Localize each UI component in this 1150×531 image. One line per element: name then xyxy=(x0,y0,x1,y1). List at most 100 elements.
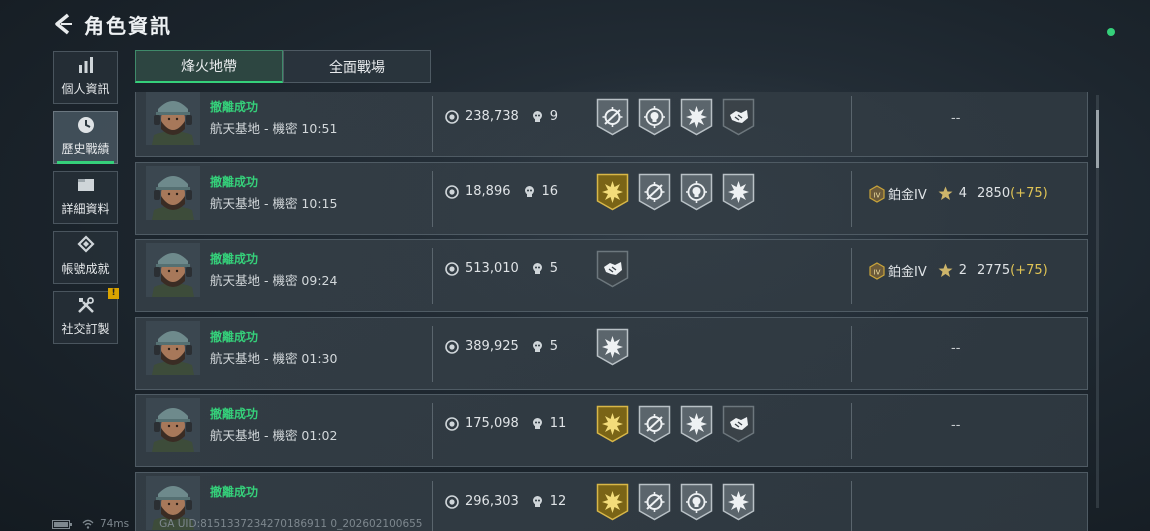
clock-icon xyxy=(77,117,94,133)
no-rank-result: -- xyxy=(951,341,961,356)
rank-icon: IV xyxy=(868,261,886,280)
rank-name: 鉑金IV xyxy=(888,265,927,280)
map-info: 航天基地 - 機密 01:02 xyxy=(210,428,338,443)
coin-icon xyxy=(445,261,459,276)
divider xyxy=(432,248,433,304)
divider xyxy=(851,326,852,382)
divider xyxy=(851,403,852,459)
tab-warzone[interactable]: 烽火地帶 xyxy=(135,50,283,83)
notification-badge: ! xyxy=(108,288,119,299)
achievement-icon xyxy=(76,235,95,253)
skull-icon xyxy=(531,262,544,275)
rank-result: IV 鉑金IV 2 2775 (+75) xyxy=(868,261,1048,280)
extraction-status: 撤離成功 xyxy=(210,485,259,499)
nav-personal-info[interactable]: 個人資訊 xyxy=(53,51,118,104)
mode-tabs: 烽火地帶 全面戰場 xyxy=(135,50,431,83)
money-value: 238,738 xyxy=(465,109,519,124)
page-title: 角色資訊 xyxy=(84,13,172,38)
rank-score: 2775 xyxy=(977,263,1011,278)
nav-achievements[interactable]: 帳號成就 xyxy=(53,231,118,284)
money-stat: 238,738 9 xyxy=(445,109,558,124)
match-history-list[interactable]: 撤離成功 航天基地 - 機密 10:51 238,738 9 -- 撤離成功 航天基地 - … xyxy=(135,92,1088,531)
star-count: 4 xyxy=(958,186,968,201)
back-arrow-icon[interactable] xyxy=(52,12,74,36)
money-value: 513,010 xyxy=(465,261,519,276)
avatar xyxy=(146,92,200,145)
divider xyxy=(432,96,433,152)
page-header: 角色資訊 xyxy=(52,8,172,40)
badge-list xyxy=(596,405,764,443)
bar-chart-icon xyxy=(78,57,93,73)
avatar xyxy=(146,321,200,375)
svg-text:IV: IV xyxy=(874,268,881,276)
extraction-status: 撤離成功 xyxy=(210,175,259,189)
gold-burst-badge-icon[interactable] xyxy=(596,483,629,521)
nav-match-history[interactable]: 歷史戰績 xyxy=(53,111,118,164)
silver-burst-badge-icon[interactable] xyxy=(722,483,755,521)
nav-label: 社交訂製 xyxy=(61,322,110,336)
divider xyxy=(851,248,852,304)
folder-icon xyxy=(77,179,94,191)
battery-icon xyxy=(52,519,72,529)
divider xyxy=(432,403,433,459)
match-row[interactable]: 撤離成功 航天基地 - 機密 09:24 513,010 5 IV 鉑金IV 2 2775 (+… xyxy=(135,239,1088,312)
money-stat: 296,303 12 xyxy=(445,494,566,509)
tab-full-battlefield[interactable]: 全面戰場 xyxy=(283,50,431,83)
silver-reticle-badge-icon[interactable] xyxy=(638,483,671,521)
silver-crosshair-skull-badge-icon[interactable] xyxy=(680,483,713,521)
extraction-status: 撤離成功 xyxy=(210,330,259,344)
svg-text:IV: IV xyxy=(874,191,881,199)
coin-icon xyxy=(445,416,459,431)
nav-label: 個人資訊 xyxy=(61,82,110,96)
skull-icon xyxy=(523,185,536,198)
money-value: 296,303 xyxy=(465,494,519,509)
divider xyxy=(432,171,433,227)
divider xyxy=(851,96,852,152)
badge-list xyxy=(596,483,764,521)
silver-reticle-badge-icon[interactable] xyxy=(596,98,629,136)
gold-burst-badge-icon[interactable] xyxy=(596,173,629,211)
rank-delta: (+75) xyxy=(1010,263,1048,278)
match-row[interactable]: 撤離成功 航天基地 - 機密 10:15 18,896 16 IV 鉑金IV 4 2850 (+… xyxy=(135,162,1088,235)
nav-label: 帳號成就 xyxy=(61,262,110,276)
money-value: 389,925 xyxy=(465,339,519,354)
coin-icon xyxy=(445,184,459,199)
silver-reticle-badge-icon[interactable] xyxy=(638,173,671,211)
map-info: 航天基地 - 機密 10:15 xyxy=(210,196,338,211)
coin-icon xyxy=(445,109,459,124)
dark-handshake-badge-icon[interactable] xyxy=(596,250,629,288)
badge-list xyxy=(596,98,764,136)
scrollbar-thumb[interactable] xyxy=(1096,110,1099,168)
silver-crosshair-skull-badge-icon[interactable] xyxy=(638,98,671,136)
kill-count: 11 xyxy=(549,416,567,431)
skull-icon xyxy=(531,340,544,353)
silver-burst-badge-icon[interactable] xyxy=(680,405,713,443)
money-stat: 18,896 16 xyxy=(445,184,558,199)
extraction-status: 撤離成功 xyxy=(210,407,259,421)
badge-list xyxy=(596,173,764,211)
dark-handshake-badge-icon[interactable] xyxy=(722,98,755,136)
kill-count: 16 xyxy=(541,184,559,199)
nav-label: 詳細資料 xyxy=(61,202,110,216)
silver-burst-badge-icon[interactable] xyxy=(722,173,755,211)
silver-crosshair-skull-badge-icon[interactable] xyxy=(680,173,713,211)
star-count: 2 xyxy=(958,263,968,278)
silver-burst-badge-icon[interactable] xyxy=(680,98,713,136)
nav-social-custom[interactable]: 社交訂製 ! xyxy=(53,288,119,344)
match-row[interactable]: 撤離成功 航天基地 - 機密 10:51 238,738 9 -- xyxy=(135,92,1088,157)
skull-icon xyxy=(531,417,544,430)
badge-list xyxy=(596,328,638,366)
divider xyxy=(851,481,852,531)
match-row[interactable]: 撤離成功 航天基地 - 機密 01:30 389,925 5 -- xyxy=(135,317,1088,390)
nav-details[interactable]: 詳細資料 xyxy=(53,171,118,224)
no-rank-result: -- xyxy=(951,111,961,126)
coin-icon xyxy=(445,494,459,509)
gold-burst-badge-icon[interactable] xyxy=(596,405,629,443)
dark-handshake-badge-icon[interactable] xyxy=(722,405,755,443)
avatar xyxy=(146,243,200,297)
match-row[interactable]: 撤離成功 航天基地 - 機密 01:02 175,098 11 -- xyxy=(135,394,1088,467)
silver-reticle-badge-icon[interactable] xyxy=(638,405,671,443)
uid-readout: GA UID:8151337234270186911 0_20260210065… xyxy=(159,518,423,530)
extraction-status: 撤離成功 xyxy=(210,252,259,266)
silver-burst-badge-icon[interactable] xyxy=(596,328,629,366)
